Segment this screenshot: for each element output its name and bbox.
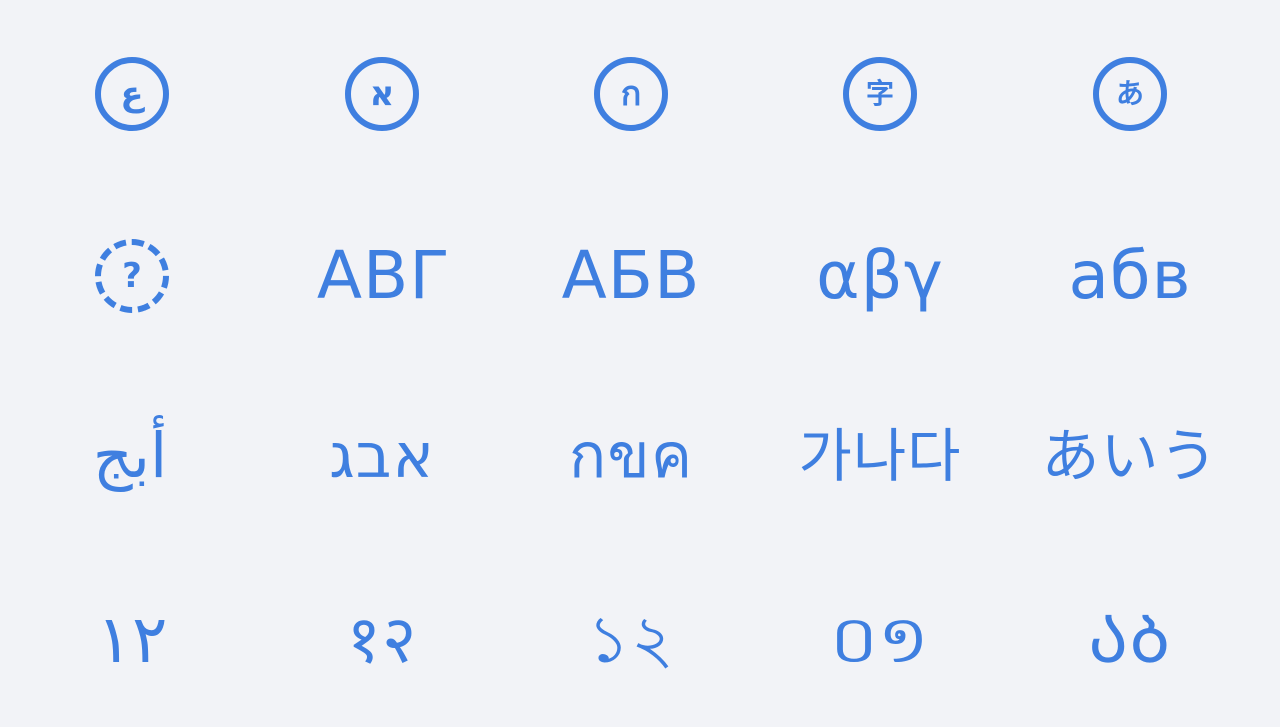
hebrew-letters-icon: אבג — [272, 396, 492, 516]
circle-outline: 字 — [843, 57, 917, 131]
arabic-character-circle-icon: ع — [22, 34, 242, 154]
unknown-character-dashed-circle-icon: ? — [22, 216, 242, 336]
glyph: ก — [620, 74, 642, 114]
thai-character-circle-icon: ก — [521, 34, 741, 154]
glyph: ع — [120, 74, 144, 114]
thai-letters-text: กขค — [568, 419, 694, 492]
greek-uppercase-text: ΑΒΓ — [316, 237, 448, 314]
bengali-numerals-text: ১২ — [587, 601, 675, 678]
greek-lowercase-text: αβγ — [816, 237, 944, 314]
devanagari-numerals-text: १२ — [346, 601, 418, 678]
khmer-numerals-text: ០១ — [830, 601, 930, 678]
japanese-character-circle-icon: あ — [1020, 34, 1240, 154]
circle-outline: ع — [95, 57, 169, 131]
glyph: ? — [122, 256, 142, 296]
greek-lowercase-icon: αβγ — [770, 216, 990, 336]
devanagari-numerals-icon: १२ — [272, 580, 492, 700]
cyrillic-uppercase-icon: АБВ — [521, 216, 741, 336]
glyph: 字 — [865, 77, 894, 110]
korean-letters-text: 가나다 — [798, 422, 962, 490]
khmer-numerals-icon: ០១ — [770, 580, 990, 700]
cyrillic-lowercase-icon: абв — [1020, 216, 1240, 336]
arabic-letters-text: أبج — [92, 419, 168, 492]
cyrillic-lowercase-text: абв — [1068, 237, 1192, 314]
circle-outline: א — [345, 57, 419, 131]
hebrew-letters-text: אבג — [329, 419, 435, 492]
arabic-numerals-text: ١٢ — [96, 601, 168, 678]
georgian-letters-icon: ᲐᲑ — [1020, 580, 1240, 700]
glyph: あ — [1115, 77, 1144, 110]
arabic-letters-icon: أبج — [20, 396, 240, 516]
circle-outline: ก — [594, 57, 668, 131]
circle-outline: あ — [1093, 57, 1167, 131]
language-symbol-grid: ع א ก 字 あ ? ΑΒΓ АБВ αβγ абв أبج אבג กขค … — [0, 0, 1280, 727]
glyph: א — [369, 74, 395, 114]
cyrillic-uppercase-text: АБВ — [561, 237, 701, 314]
thai-letters-icon: กขค — [521, 396, 741, 516]
greek-uppercase-icon: ΑΒΓ — [272, 216, 492, 336]
chinese-character-circle-icon: 字 — [770, 34, 990, 154]
hebrew-character-circle-icon: א — [272, 34, 492, 154]
japanese-letters-icon: あいう — [1020, 396, 1240, 516]
bengali-numerals-icon: ১২ — [521, 580, 741, 700]
georgian-letters-text: ᲐᲑ — [1088, 601, 1172, 678]
japanese-letters-text: あいう — [1041, 422, 1219, 490]
dashed-circle-outline: ? — [95, 239, 169, 313]
korean-letters-icon: 가나다 — [770, 396, 990, 516]
arabic-numerals-icon: ١٢ — [22, 580, 242, 700]
